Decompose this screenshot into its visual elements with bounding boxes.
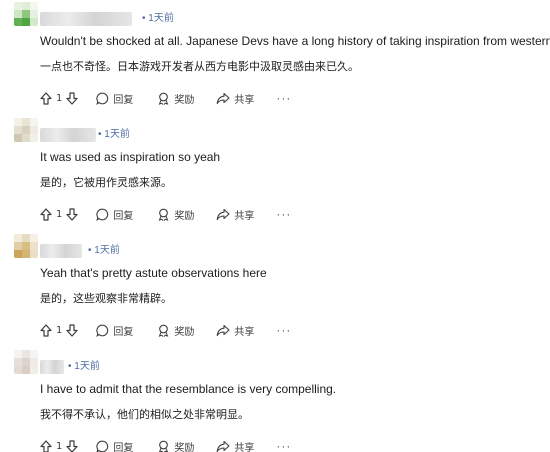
avatar[interactable] — [14, 118, 38, 142]
comment: • 1天前 I have to admit that the resemblan… — [0, 350, 550, 452]
comment-timestamp: • 1天前 — [98, 129, 130, 140]
award-icon — [157, 324, 170, 337]
award-button[interactable]: 奖励 — [157, 439, 194, 452]
share-arrow-icon — [216, 208, 230, 221]
comment-actions: 1 回复 奖励 共享 ··· — [40, 90, 291, 106]
reply-label: 回复 — [113, 94, 134, 106]
arrow-down-icon[interactable] — [66, 323, 78, 337]
vote-controls: 1 — [40, 323, 78, 337]
comment-timestamp: • 1天前 — [68, 361, 100, 372]
award-icon — [157, 440, 170, 452]
award-label: 奖励 — [174, 326, 195, 338]
speech-bubble-icon — [96, 92, 109, 105]
comment-translation: 是的，它被用作灵感来源。 — [40, 176, 172, 189]
vote-count: 1 — [56, 324, 63, 336]
reply-button[interactable]: 回复 — [96, 91, 133, 106]
reply-button[interactable]: 回复 — [96, 439, 133, 452]
comment-translation: 一点也不奇怪。日本游戏开发者从西方电影中汲取灵感由来已久。 — [40, 60, 359, 73]
arrow-up-icon[interactable] — [40, 439, 52, 452]
ellipsis-icon: ··· — [276, 439, 292, 452]
share-button[interactable]: 共享 — [216, 439, 254, 452]
ellipsis-icon: ··· — [276, 207, 292, 221]
award-label: 奖励 — [174, 94, 195, 106]
ellipsis-icon: ··· — [276, 323, 292, 337]
speech-bubble-icon — [96, 208, 109, 221]
share-label: 共享 — [234, 94, 255, 106]
comment-text: It was used as inspiration so yeah — [40, 150, 221, 164]
share-arrow-icon — [216, 440, 230, 452]
vote-count: 1 — [56, 440, 63, 452]
comment-timestamp: • 1天前 — [88, 245, 120, 256]
award-button[interactable]: 奖励 — [157, 323, 194, 338]
arrow-up-icon[interactable] — [40, 323, 52, 337]
comment-actions: 1 回复 奖励 共享 ··· — [40, 438, 291, 452]
share-label: 共享 — [234, 326, 255, 338]
award-label: 奖励 — [174, 210, 195, 222]
more-options-button[interactable]: ··· — [276, 207, 291, 221]
share-button[interactable]: 共享 — [216, 207, 254, 222]
more-options-button[interactable]: ··· — [276, 439, 291, 452]
share-label: 共享 — [234, 210, 255, 222]
speech-bubble-icon — [96, 440, 109, 452]
more-options-button[interactable]: ··· — [276, 323, 291, 337]
share-arrow-icon — [216, 324, 230, 337]
comment-text: Yeah that's pretty astute observations h… — [40, 266, 267, 280]
username-redacted[interactable] — [40, 128, 96, 142]
comment: • 1天前 Yeah that's pretty astute observat… — [0, 234, 550, 350]
award-button[interactable]: 奖励 — [157, 207, 194, 222]
arrow-down-icon[interactable] — [66, 439, 78, 452]
speech-bubble-icon — [96, 324, 109, 337]
vote-controls: 1 — [40, 439, 78, 452]
share-label: 共享 — [234, 442, 255, 452]
share-button[interactable]: 共享 — [216, 323, 254, 338]
reply-button[interactable]: 回复 — [96, 207, 133, 222]
award-label: 奖励 — [174, 442, 195, 452]
comment: • 1天前 It was used as inspiration so yeah… — [0, 118, 550, 234]
username-redacted[interactable] — [40, 360, 64, 374]
ellipsis-icon: ··· — [276, 91, 292, 105]
username-redacted[interactable] — [40, 12, 132, 26]
arrow-up-icon[interactable] — [40, 91, 52, 105]
award-button[interactable]: 奖励 — [157, 91, 194, 106]
award-icon — [157, 208, 170, 221]
comment-actions: 1 回复 奖励 共享 ··· — [40, 322, 291, 338]
more-options-button[interactable]: ··· — [276, 91, 291, 105]
vote-controls: 1 — [40, 91, 78, 105]
avatar[interactable] — [14, 234, 38, 258]
reply-button[interactable]: 回复 — [96, 323, 133, 338]
arrow-up-icon[interactable] — [40, 207, 52, 221]
comment-text: Wouldn't be shocked at all. Japanese Dev… — [40, 34, 550, 48]
arrow-down-icon[interactable] — [66, 91, 78, 105]
comment-translation: 是的，这些观察非常精辟。 — [40, 292, 172, 305]
comment-translation: 我不得不承认，他们的相似之处非常明显。 — [40, 408, 249, 421]
arrow-down-icon[interactable] — [66, 207, 78, 221]
avatar[interactable] — [14, 2, 38, 26]
reply-label: 回复 — [113, 210, 134, 222]
share-button[interactable]: 共享 — [216, 91, 254, 106]
share-arrow-icon — [216, 92, 230, 105]
vote-count: 1 — [56, 208, 63, 220]
vote-controls: 1 — [40, 207, 78, 221]
comment-actions: 1 回复 奖励 共享 ··· — [40, 206, 291, 222]
reply-label: 回复 — [113, 326, 134, 338]
username-redacted[interactable] — [40, 244, 82, 258]
reply-label: 回复 — [113, 442, 134, 452]
comment: • 1天前 Wouldn't be shocked at all. Japane… — [0, 2, 550, 118]
avatar[interactable] — [14, 350, 38, 374]
comment-timestamp: • 1天前 — [142, 13, 174, 24]
comment-thread: • 1天前 Wouldn't be shocked at all. Japane… — [0, 0, 550, 452]
comment-text: I have to admit that the resemblance is … — [40, 382, 337, 396]
award-icon — [157, 92, 170, 105]
vote-count: 1 — [56, 92, 63, 104]
